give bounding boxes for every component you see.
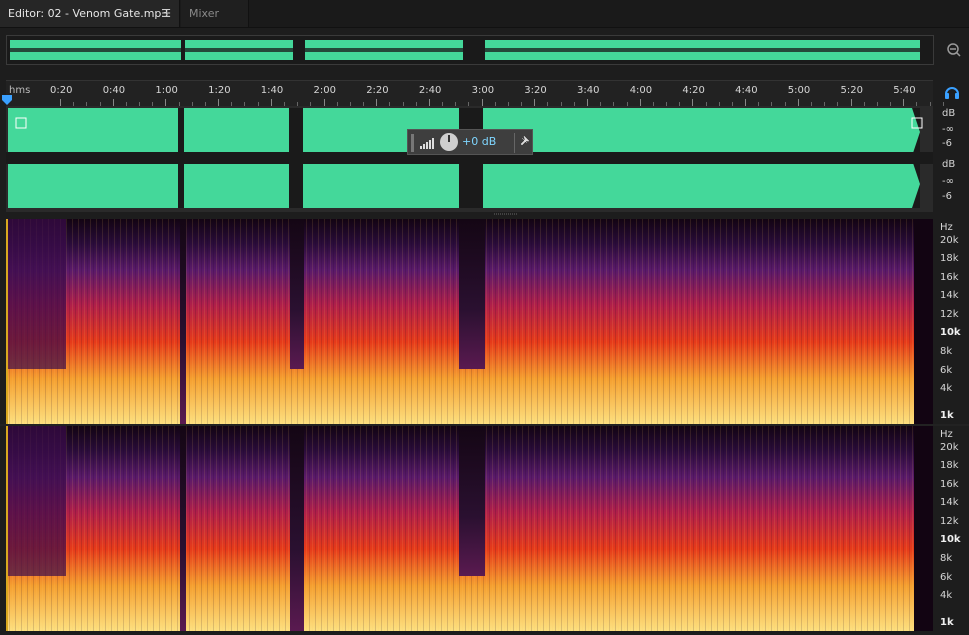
ruler-tick-label: 4:20 [682,85,705,96]
hz-label: 10k [940,327,961,338]
frequency-scale-bottom: Hz 20k 18k 16k 14k 12k 10k 8k 6k 4k 1k [934,426,969,631]
waveform-display[interactable] [6,106,933,212]
ruler-tick-mark [112,99,114,106]
overview-navigator[interactable] [6,35,934,65]
ruler-tick-mark [692,99,694,106]
hz-label: 18k [940,253,959,264]
hz-label: 10k [940,534,961,545]
volume-hud[interactable]: +0 dB [407,129,533,155]
ruler-tick-mark [850,99,852,106]
spectrogram-channel-top[interactable] [6,219,933,424]
hz-label: 18k [940,460,959,471]
hz-label: 20k [940,442,959,453]
hz-label: 12k [940,309,959,320]
hz-label: 14k [940,290,959,301]
hz-label: 1k [940,410,954,421]
hz-label: 4k [940,383,953,394]
hz-label: 20k [940,235,959,246]
ruler-tick-label: 0:40 [102,85,126,96]
tab-mixer[interactable]: Mixer [181,0,249,27]
overview-waveform [10,38,928,62]
db-inf-bottom: -∞ [942,176,954,187]
headphone-icon[interactable] [944,84,960,100]
volume-value[interactable]: +0 dB [462,135,496,148]
hz-label: 12k [940,516,959,527]
ruler-tick-label: 1:40 [260,85,284,96]
pin-icon [520,135,530,146]
spectrogram-channel-bottom[interactable] [6,426,933,631]
ruler-tick-mark [270,99,272,106]
ruler-tick-label: 1:00 [155,85,178,96]
waveform-channels [6,106,933,212]
ruler-tick-label: 1:20 [208,85,231,96]
ruler-tick-label: 5:20 [840,85,863,96]
ruler-tick-mark [165,99,167,106]
hz-unit-top: Hz [940,222,953,233]
ruler-tick-mark [218,99,220,106]
ruler-tick-mark [639,99,641,106]
tab-mixer-label: Mixer [189,7,220,20]
amplitude-scale: dB -∞ -6 dB -∞ -6 [934,106,969,212]
ruler-tick-mark [745,99,747,106]
ruler-tick-label: 3:00 [471,85,495,96]
hz-label: 14k [940,497,959,508]
ruler-tick-mark [797,99,799,106]
hz-label: 8k [940,553,953,564]
tab-editor[interactable]: Editor: 02 - Venom Gate.mp3 ☰ [0,0,180,27]
hz-unit-bottom: Hz [940,429,953,440]
zoom-navigator-icon[interactable] [944,40,962,58]
ruler-tick-mark [587,99,588,106]
panel-resize-handle[interactable] [494,212,518,216]
ruler-tick-label: 5:00 [787,85,811,96]
hz-label: 6k [940,572,953,583]
panel-menu-icon[interactable]: ☰ [161,0,171,27]
db-unit-bottom: dB [942,159,956,170]
ruler-tick-label: 3:40 [577,85,600,96]
ruler-tick-label: 4:40 [735,85,758,96]
hz-label: 6k [940,365,953,376]
hz-label: 4k [940,590,953,601]
spectrogram-bottom-image [6,426,933,631]
ruler-tick-mark [376,99,378,106]
ruler-tick-mark [323,99,325,106]
hz-label: 1k [940,617,954,628]
db-minus6-bottom: -6 [942,191,952,202]
tab-bar: Editor: 02 - Venom Gate.mp3 ☰ Mixer [0,0,969,28]
ruler-tick-mark [428,99,430,106]
playhead-marker[interactable] [1,94,13,106]
db-minus6-top: -6 [942,138,952,149]
db-unit-top: dB [942,108,956,119]
spectrogram-top-image [6,219,933,424]
hz-label: 16k [940,479,959,490]
ruler-tick-label: 0:20 [50,85,73,96]
ruler-tick-mark [534,99,536,106]
hz-label: 16k [940,272,959,283]
db-inf-top: -∞ [942,124,954,135]
level-meter-icon [420,138,434,149]
hz-label: 8k [940,346,953,357]
ruler-tick-label: 2:20 [366,85,389,96]
ruler-tick-label: 2:40 [418,85,442,96]
ruler-tick-mark [60,99,61,106]
ruler-tick-mark [481,99,483,106]
ruler-tick-label: 3:20 [524,85,547,96]
ruler-tick-label: 2:00 [313,85,336,96]
frequency-scale-top: Hz 20k 18k 16k 14k 12k 10k 8k 6k 4k 1k [934,219,969,424]
ruler-tick-label: 4:00 [629,85,653,96]
time-ruler[interactable]: hms 0:20 0:40 1:00 1:20 1:40 2:00 2:20 2:40 3:00… [6,80,944,107]
tab-editor-label: Editor: 02 - Venom Gate.mp3 [8,7,169,20]
ruler-tick-mark [903,99,905,106]
ruler-tick-label: 5:40 [893,85,916,96]
